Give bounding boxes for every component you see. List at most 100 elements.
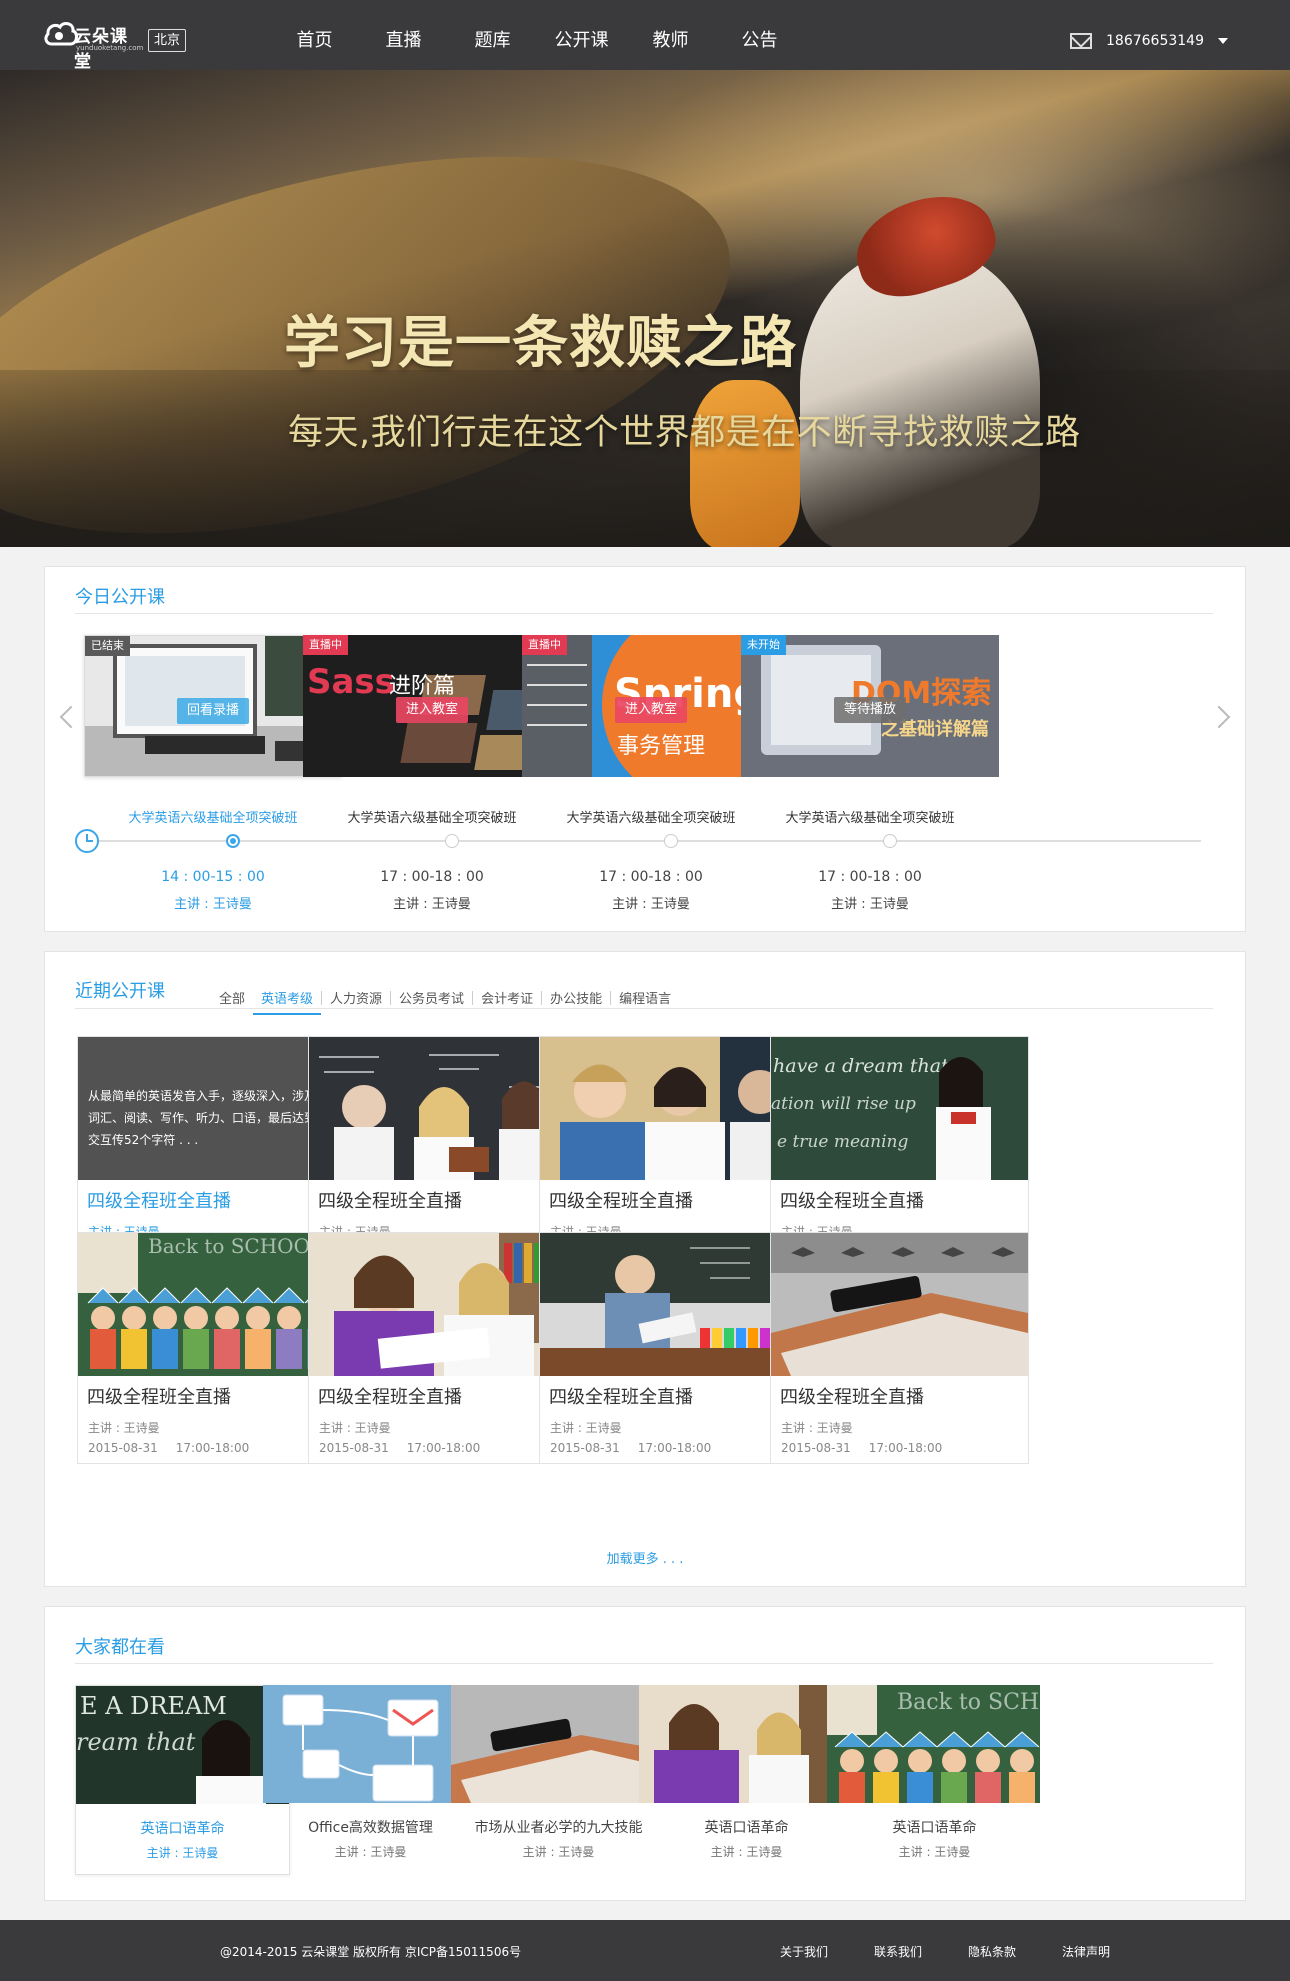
- course-title[interactable]: 英语口语革命: [827, 1817, 1042, 1837]
- footer-link-2[interactable]: 隐私条款: [968, 1943, 1016, 1960]
- course-schedule: 2015-08-31 17:00-18:00: [88, 1441, 249, 1455]
- filter-tab-3[interactable]: 公务员考试: [391, 988, 472, 1007]
- nav-link-2[interactable]: 题库: [448, 0, 537, 70]
- course-image: [639, 1685, 852, 1803]
- course-image: [771, 1233, 1028, 1376]
- mail-icon[interactable]: [1070, 33, 1093, 49]
- popular-course-card[interactable]: 市场从业者必学的九大技能 主讲 : 王诗曼: [451, 1685, 666, 1875]
- recent-section-title: 近期公开课: [75, 981, 165, 1002]
- svg-text:have a dream that: have a dream that: [773, 1055, 949, 1077]
- popular-course-card[interactable]: Office高效数据管理 主讲 : 王诗曼: [263, 1685, 478, 1875]
- course-title[interactable]: 四级全程班全直播: [549, 1383, 693, 1409]
- chevron-left-icon[interactable]: [59, 705, 83, 729]
- popular-course-card[interactable]: 英语口语革命主讲 : 王诗曼: [639, 1685, 854, 1875]
- course-card[interactable]: 四级全程班全直播主讲 : 王诗曼 2015-08-31 17:00-18:00: [539, 1232, 798, 1464]
- svg-text:Back to SCHO: Back to SCHO: [897, 1690, 1040, 1715]
- course-title[interactable]: 四级全程班全直播: [87, 1383, 231, 1409]
- course-image: Back to SCHOOL: [78, 1233, 335, 1376]
- course-host: 主讲 : 王诗曼: [550, 1421, 622, 1435]
- course-host: 主讲 : 王诗曼: [319, 1421, 391, 1435]
- course-title[interactable]: 大学英语六级基础全项突破班: [741, 807, 999, 826]
- popular-course-card[interactable]: E A DREAM ream that 英语口语革命 主讲 : 王诗曼: [75, 1685, 290, 1875]
- course-title[interactable]: Office高效数据管理: [263, 1817, 478, 1837]
- timeline-dot[interactable]: [883, 834, 897, 848]
- footer-link-3[interactable]: 法律声明: [1062, 1943, 1110, 1960]
- course-time: 17 : 00-18 : 00: [818, 869, 922, 885]
- course-image: [451, 1685, 664, 1803]
- hero-traveler: [800, 250, 1040, 547]
- footer-link-1[interactable]: 联系我们: [874, 1943, 922, 1960]
- footer-link-0[interactable]: 关于我们: [780, 1943, 828, 1960]
- nav-link-0[interactable]: 首页: [270, 0, 359, 70]
- user-phone[interactable]: 18676653149: [1106, 33, 1204, 49]
- course-date: 2015-08-31: [319, 1441, 389, 1455]
- recent-courses-panel: 近期公开课 全部 英语考级 人力资源 公务员考试 会计考证 办公技能 编程语言 从最简单的英…: [44, 951, 1246, 1587]
- course-date: 2015-08-31: [781, 1441, 851, 1455]
- nav-link-1[interactable]: 直播: [359, 0, 448, 70]
- nav-link-5[interactable]: 公告: [715, 0, 804, 70]
- city-selector[interactable]: 北京: [148, 29, 187, 52]
- course-title[interactable]: 英语口语革命: [76, 1818, 289, 1838]
- chevron-down-icon[interactable]: [1218, 38, 1228, 44]
- enter-classroom-button[interactable]: 回看录播: [176, 698, 250, 724]
- hero-banner: 学习是一条救赎之路 每天,我们行走在这个世界都是在不断寻找救赎之路: [0, 70, 1290, 547]
- course-schedule: 2015-08-31 17:00-18:00: [319, 1441, 480, 1455]
- timeline-dot[interactable]: [226, 834, 240, 848]
- svg-text:E A DREAM: E A DREAM: [80, 1692, 227, 1720]
- filter-tab-1[interactable]: 英语考级: [253, 988, 322, 1015]
- course-title[interactable]: 四级全程班全直播: [318, 1187, 462, 1213]
- course-time: 17:00-18:00: [637, 1441, 712, 1455]
- hero-subtitle: 每天,我们行走在这个世界都是在不断寻找救赎之路: [288, 413, 1081, 453]
- course-title[interactable]: 四级全程班全直播: [780, 1383, 924, 1409]
- section-divider: [75, 1663, 1213, 1664]
- course-date: 2015-08-31: [550, 1441, 620, 1455]
- filter-tab-4[interactable]: 会计考证: [473, 988, 541, 1007]
- course-title[interactable]: 四级全程班全直播: [87, 1187, 231, 1213]
- popular-course-card[interactable]: Back to SCHO 英语口语革命主讲 : 王诗曼: [827, 1685, 1042, 1875]
- svg-text:事务管理: 事务管理: [617, 734, 705, 759]
- status-badge: 未开始: [741, 635, 786, 655]
- main-nav: 首页 直播 题库 公开课 教师 公告: [270, 0, 804, 70]
- filter-tab-0[interactable]: 全部: [211, 988, 253, 1007]
- course-title[interactable]: 四级全程班全直播: [780, 1187, 924, 1213]
- load-more-link[interactable]: 加载更多 . . .: [45, 1548, 1245, 1567]
- svg-text:Back to SCHOOL: Back to SCHOOL: [148, 1234, 323, 1258]
- course-image: Back to SCHO: [827, 1685, 1040, 1803]
- filter-tab-2[interactable]: 人力资源: [322, 988, 390, 1007]
- hero-title: 学习是一条救赎之路: [284, 311, 797, 376]
- course-host: 主讲 : 王诗曼: [146, 1846, 219, 1860]
- section-divider: [75, 613, 1213, 614]
- timeline-dot[interactable]: [445, 834, 459, 848]
- course-title[interactable]: 四级全程班全直播: [318, 1383, 462, 1409]
- chevron-right-icon[interactable]: [1207, 705, 1231, 729]
- enter-classroom-button[interactable]: 进入教室: [614, 697, 688, 723]
- site-logo[interactable]: 云朵课堂 yunduoketang.com: [44, 14, 143, 72]
- svg-text:Sass: Sass: [307, 662, 395, 702]
- nav-link-4[interactable]: 教师: [626, 0, 715, 70]
- nav-link-3[interactable]: 公开课: [537, 0, 626, 70]
- hero-background-shadow: [0, 370, 1290, 547]
- course-host: 主讲 : 王诗曼: [710, 1845, 783, 1859]
- course-time: 17:00-18:00: [406, 1441, 481, 1455]
- filter-tab-6[interactable]: 编程语言: [611, 988, 679, 1007]
- course-card[interactable]: 四级全程班全直播主讲 : 王诗曼 2015-08-31 17:00-18:00: [308, 1232, 567, 1464]
- course-time: 17:00-18:00: [175, 1441, 250, 1455]
- course-image: [309, 1233, 566, 1376]
- today-course-card[interactable]: DOM探索 之基础详解篇 未开始 等待播放: [741, 635, 999, 777]
- timeline-dot[interactable]: [664, 834, 678, 848]
- logo-domain: yunduoketang.com: [76, 44, 144, 52]
- enter-classroom-button[interactable]: 等待播放: [833, 697, 907, 723]
- course-schedule: 2015-08-31 17:00-18:00: [781, 1441, 942, 1455]
- course-title[interactable]: 四级全程班全直播: [549, 1187, 693, 1213]
- enter-classroom-button[interactable]: 进入教室: [395, 697, 469, 723]
- course-title[interactable]: 英语口语革命: [639, 1817, 854, 1837]
- status-badge: 已结束: [85, 636, 130, 656]
- course-card[interactable]: 四级全程班全直播主讲 : 王诗曼 2015-08-31 17:00-18:00: [770, 1232, 1029, 1464]
- course-title[interactable]: 市场从业者必学的九大技能: [451, 1817, 666, 1837]
- today-section-title: 今日公开课: [75, 587, 165, 608]
- filter-tab-5[interactable]: 办公技能: [542, 988, 610, 1007]
- course-image: have a dream that ation will rise up e tru…: [771, 1037, 1028, 1180]
- course-card[interactable]: Back to SCHOOL 四级全程班全直播 主讲 : 王诗曼 2015-08-31…: [77, 1232, 336, 1464]
- status-badge: 直播中: [303, 635, 348, 655]
- course-date: 2015-08-31: [88, 1441, 158, 1455]
